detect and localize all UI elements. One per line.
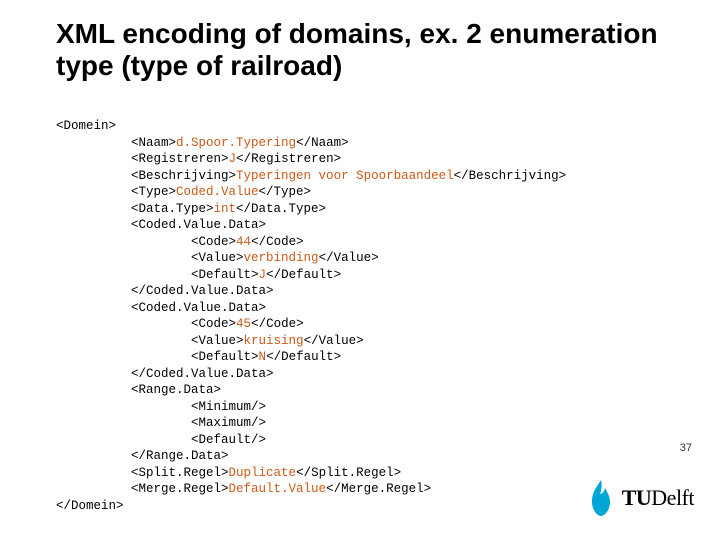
xml-split-close: </Split.Regel> xyxy=(296,466,401,480)
xml-range-max: <Maximum/> xyxy=(191,416,266,430)
xml-code-block: <Domein> <Naam>d.Spoor.Typering</Naam> <… xyxy=(56,118,690,514)
logo-text: TUDelft xyxy=(622,485,694,511)
xml-cvd1-value-close: </Value> xyxy=(319,251,379,265)
xml-cvd1-code-open: <Code> xyxy=(191,235,236,249)
xml-cvd2-def-val: N xyxy=(259,350,267,364)
xml-cvd2-value-val: kruising xyxy=(244,334,304,348)
xml-range-def: <Default/> xyxy=(191,433,266,447)
page-number: 37 xyxy=(680,442,692,454)
xml-range-open: <Range.Data> xyxy=(131,383,221,397)
xml-cvd2-def-open: <Default> xyxy=(191,350,259,364)
flame-icon xyxy=(586,478,616,518)
logo-tu: TU xyxy=(622,485,652,511)
xml-cvd2-value-close: </Value> xyxy=(304,334,364,348)
xml-cvd2-code-close: </Code> xyxy=(251,317,304,331)
slide-title: XML encoding of domains, ex. 2 enumerati… xyxy=(56,18,690,82)
xml-naam-close: </Naam> xyxy=(296,136,349,150)
xml-naam-open: <Naam> xyxy=(131,136,176,150)
xml-type-open: <Type> xyxy=(131,185,176,199)
xml-naam-val: d.Spoor.Typering xyxy=(176,136,296,150)
xml-cvd2-code-open: <Code> xyxy=(191,317,236,331)
xml-type-close: </Type> xyxy=(259,185,312,199)
xml-cvd1-def-open: <Default> xyxy=(191,268,259,282)
xml-reg-val: J xyxy=(229,152,237,166)
xml-cvd1-open: <Coded.Value.Data> xyxy=(131,218,266,232)
xml-cvd1-code-val: 44 xyxy=(236,235,251,249)
xml-range-close: </Range.Data> xyxy=(131,449,229,463)
xml-cvd2-code-val: 45 xyxy=(236,317,251,331)
xml-cvd1-value-val: verbinding xyxy=(244,251,319,265)
xml-cvd1-def-close: </Default> xyxy=(266,268,341,282)
xml-reg-open: <Registreren> xyxy=(131,152,229,166)
xml-dtype-open: <Data.Type> xyxy=(131,202,214,216)
xml-besch-val: Typeringen voor Spoorbaandeel xyxy=(236,169,454,183)
xml-cvd2-close: </Coded.Value.Data> xyxy=(131,367,274,381)
xml-range-min: <Minimum/> xyxy=(191,400,266,414)
xml-besch-close: </Beschrijving> xyxy=(454,169,567,183)
xml-split-open: <Split.Regel> xyxy=(131,466,229,480)
xml-merge-val: Default.Value xyxy=(229,482,327,496)
logo-delft: Delft xyxy=(651,485,694,511)
xml-cvd1-def-val: J xyxy=(259,268,267,282)
xml-root-close: </Domein> xyxy=(56,499,124,513)
xml-cvd2-def-close: </Default> xyxy=(266,350,341,364)
xml-dtype-close: </Data.Type> xyxy=(236,202,326,216)
xml-cvd1-value-open: <Value> xyxy=(191,251,244,265)
xml-reg-close: </Registreren> xyxy=(236,152,341,166)
tudelft-logo: TUDelft xyxy=(586,478,694,518)
xml-split-val: Duplicate xyxy=(229,466,297,480)
xml-cvd1-close: </Coded.Value.Data> xyxy=(131,284,274,298)
xml-root-open: <Domein> xyxy=(56,119,116,133)
xml-merge-open: <Merge.Regel> xyxy=(131,482,229,496)
xml-cvd2-open: <Coded.Value.Data> xyxy=(131,301,266,315)
xml-besch-open: <Beschrijving> xyxy=(131,169,236,183)
xml-cvd1-code-close: </Code> xyxy=(251,235,304,249)
xml-merge-close: </Merge.Regel> xyxy=(326,482,431,496)
xml-type-val: Coded.Value xyxy=(176,185,259,199)
slide: XML encoding of domains, ex. 2 enumerati… xyxy=(0,0,720,540)
xml-cvd2-value-open: <Value> xyxy=(191,334,244,348)
xml-dtype-val: int xyxy=(214,202,237,216)
